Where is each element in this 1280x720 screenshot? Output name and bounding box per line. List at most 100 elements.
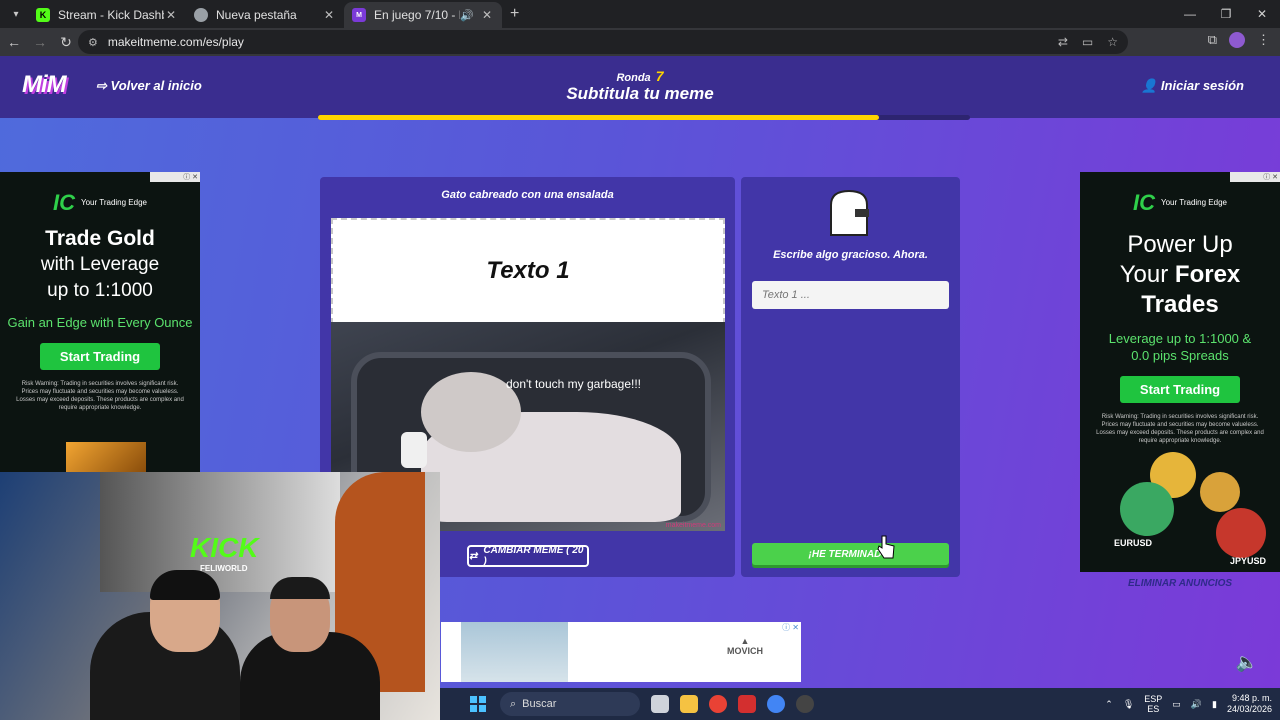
search-icon: ⌕ xyxy=(510,697,517,710)
close-tab-icon[interactable]: ✕ xyxy=(480,8,494,22)
ad-risk-warning: Risk Warning: Trading in securities invo… xyxy=(1096,414,1264,444)
webcam-overlay: KICK FELIWORLD xyxy=(0,472,440,720)
ticker-eurusd: EURUSD xyxy=(1114,538,1153,548)
browser-tab-game[interactable]: M En juego 7/10 - Make it Me 🔊 ✕ xyxy=(344,2,502,28)
login-label: Iniciar sesión xyxy=(1160,78,1244,93)
left-ad-banner[interactable]: ⓘ ✕ IC Your Trading Edge Trade Gold with… xyxy=(0,172,200,472)
forward-arrow-icon[interactable]: → xyxy=(28,34,52,50)
right-ad-banner[interactable]: ⓘ ✕ IC Your Trading Edge Power Up Your Fo… xyxy=(1080,172,1280,572)
ad-brand-tagline: Your Trading Edge xyxy=(81,198,147,207)
network-icon[interactable]: ▭ xyxy=(1172,699,1181,710)
reload-icon[interactable]: ↻ xyxy=(54,34,78,51)
kick-icon: K xyxy=(36,8,50,22)
task-view-icon[interactable] xyxy=(651,695,669,713)
caption-input[interactable] xyxy=(752,281,949,309)
kick-channel-name: FELIWORLD xyxy=(200,564,248,573)
ad-headline: Trade Gold xyxy=(45,227,155,250)
tab-title: Nueva pestaña xyxy=(216,8,297,22)
battery-icon[interactable]: ▮ xyxy=(1212,699,1217,710)
coin-image xyxy=(1216,508,1266,558)
app-icon[interactable] xyxy=(738,695,756,713)
mascot-icon xyxy=(830,189,869,236)
menu-kebab-icon[interactable]: ⋮ xyxy=(1257,32,1270,48)
windows-taskbar: ⌕ Buscar ⌃ 🎙 ESP ES ▭ 🔊 ▮ 9:48 p. m. 24/03… xyxy=(440,688,1280,720)
close-tab-icon[interactable]: ✕ xyxy=(164,8,178,22)
remove-ads-link[interactable]: ELIMINAR ANUNCIOS xyxy=(1080,578,1280,589)
ad-cta-button[interactable]: Start Trading xyxy=(39,343,161,370)
ad-subtext: Leverage up to 1:1000 & 0.0 pips Spreads xyxy=(1108,331,1252,363)
meme-title: Gato cabreado con una ensalada xyxy=(441,189,614,201)
ad-cta-button[interactable]: Start Trading xyxy=(1119,376,1241,403)
speaker-icon[interactable]: 🔊 xyxy=(460,9,474,22)
new-tab-icon[interactable]: + xyxy=(510,5,519,23)
extensions-icon[interactable]: ⧉ xyxy=(1208,32,1217,48)
gold-bars-image xyxy=(66,442,146,472)
kick-logo: KICK xyxy=(190,532,259,563)
ad-brand: IC Your Trading Edge xyxy=(0,190,200,216)
profile-avatar[interactable] xyxy=(1229,32,1245,48)
close-window-icon[interactable]: ✕ xyxy=(1244,0,1280,28)
ad-brand-tagline: Your Trading Edge xyxy=(1161,198,1227,207)
caption-panel: Escribe algo gracioso. Ahora. ¡HE TERMIN… xyxy=(741,177,960,577)
site-info-icon[interactable]: ⚙ xyxy=(88,36,98,49)
lang-region: ES xyxy=(1147,704,1160,714)
change-meme-button[interactable]: ⇄ CAMBIAR MEME ( 20 ) xyxy=(467,545,589,567)
obs-icon[interactable] xyxy=(796,695,814,713)
ad-headline-line1: Power Up xyxy=(1127,231,1233,258)
microphone-icon[interactable]: 🎙 xyxy=(1123,699,1134,710)
browser-tab-kick[interactable]: K Stream - Kick Dashboard ✕ xyxy=(28,2,186,28)
bottom-ad-banner[interactable]: ▲ MOVICH ⓘ ✕ xyxy=(441,622,801,682)
translate-icon[interactable]: ⇄ xyxy=(1058,35,1068,49)
chevron-up-icon[interactable]: ⌃ xyxy=(1105,699,1113,710)
done-button[interactable]: ¡HE TERMINADO! xyxy=(752,543,949,565)
back-arrow-icon[interactable]: ← xyxy=(2,34,26,50)
ad-brand-logo: IC xyxy=(53,190,75,215)
browser-tab-bar: ▾ K Stream - Kick Dashboard ✕ Nueva pest… xyxy=(0,0,1280,28)
window-controls: — ❐ ✕ xyxy=(1172,0,1280,28)
chrome-icon[interactable] xyxy=(767,695,785,713)
round-label: Ronda xyxy=(616,72,651,84)
clock[interactable]: 9:48 p. m. 24/03/2026 xyxy=(1227,693,1272,715)
coins-image: EURUSD JPYUSD xyxy=(1080,442,1280,572)
watermark: makeitmeme.com xyxy=(665,522,721,529)
close-tab-icon[interactable]: ✕ xyxy=(322,8,336,22)
cast-icon[interactable]: ▭ xyxy=(1082,35,1093,49)
system-tray: ⌃ 🎙 ESP ES ▭ 🔊 ▮ 9:48 p. m. 24/03/2026 xyxy=(1105,688,1272,720)
taskbar-search[interactable]: ⌕ Buscar xyxy=(500,692,640,716)
sound-toggle-icon[interactable]: 🔈 xyxy=(1236,652,1258,673)
ad-choices-icon[interactable]: ⓘ ✕ xyxy=(1230,172,1280,182)
ad-choices-icon[interactable]: ⓘ ✕ xyxy=(150,172,200,182)
game-header: MiM ⇨ Volver al inicio Ronda 7 Subtitula… xyxy=(0,56,1280,118)
chrome-icon[interactable] xyxy=(709,695,727,713)
user-icon: 👤 xyxy=(1141,78,1161,93)
round-indicator: Ronda 7 xyxy=(0,68,1280,84)
swap-icon: ⇄ xyxy=(469,550,478,562)
address-bar[interactable]: ⚙ makeitmeme.com/es/play ⇄ ▭ ☆ xyxy=(78,30,1128,54)
ticker-jpyusd: JPYUSD xyxy=(1230,556,1267,566)
mim-icon: M xyxy=(352,8,366,22)
change-meme-label: CAMBIAR MEME ( 20 ) xyxy=(483,545,584,567)
tab-title: En juego 7/10 - Make it Me xyxy=(374,8,460,22)
browser-tab-new[interactable]: Nueva pestaña ✕ xyxy=(186,2,344,28)
meme-text-box[interactable]: Texto 1 xyxy=(331,218,725,324)
ad-headline-line3: Trades xyxy=(1141,291,1219,318)
login-button[interactable]: 👤 Iniciar sesión xyxy=(1141,78,1244,94)
ad-headline-bold: Forex xyxy=(1174,261,1241,288)
taskbar-search-label: Buscar xyxy=(522,698,557,710)
tab-search-icon[interactable]: ▾ xyxy=(4,3,28,25)
restore-icon[interactable]: ❐ xyxy=(1208,0,1244,28)
browser-toolbar: ← → ↻ ⚙ makeitmeme.com/es/play ⇄ ▭ ☆ ⧉ ⋮ xyxy=(0,28,1280,56)
meme-image-caption: don't touch my garbage!!! xyxy=(505,377,642,391)
hand-cursor-icon xyxy=(877,535,895,559)
coin-image xyxy=(1200,472,1240,512)
windows-start-icon[interactable] xyxy=(470,696,486,712)
volume-icon[interactable]: 🔊 xyxy=(1191,699,1202,710)
ad-brand: IC Your Trading Edge xyxy=(1080,190,1280,216)
ad-headline-line2: with Leverage xyxy=(40,254,160,275)
coin-image xyxy=(1120,482,1174,536)
language-indicator[interactable]: ESP ES xyxy=(1144,694,1162,714)
bookmark-star-icon[interactable]: ☆ xyxy=(1107,35,1118,49)
file-explorer-icon[interactable] xyxy=(680,695,698,713)
ad-choices-icon[interactable]: ⓘ ✕ xyxy=(782,622,799,633)
minimize-icon[interactable]: — xyxy=(1172,0,1208,28)
